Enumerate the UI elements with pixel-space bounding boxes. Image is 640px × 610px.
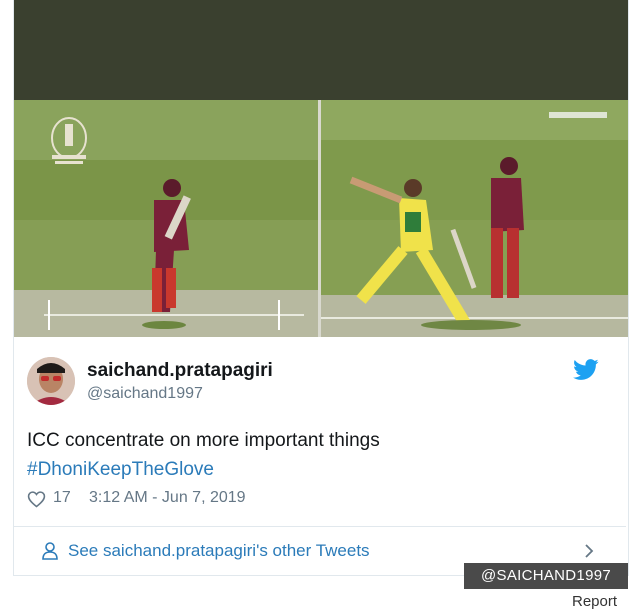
hashtag-link[interactable]: #DhoniKeepTheGlove xyxy=(27,455,587,484)
tweet-timestamp[interactable]: 3:12 AM - Jun 7, 2019 xyxy=(89,489,246,507)
media-right-image xyxy=(321,100,628,337)
media-left-image xyxy=(14,100,318,337)
see-other-tweets-link[interactable]: See saichand.pratapagiri's other Tweets xyxy=(42,540,598,564)
twitter-bird-icon[interactable] xyxy=(573,359,599,381)
tweet-text-line: ICC concentrate on more important things xyxy=(27,430,380,451)
report-link[interactable]: Report xyxy=(572,593,617,610)
chevron-right-icon xyxy=(583,542,595,560)
like-count: 17 xyxy=(53,489,71,506)
display-name[interactable]: saichand.pratapagiri xyxy=(87,360,273,382)
person-icon xyxy=(42,542,58,560)
tweet-author: saichand.pratapagiri @saichand1997 xyxy=(27,357,599,407)
heart-icon[interactable] xyxy=(27,490,46,508)
image-credit-badge: @SAICHAND1997 xyxy=(464,563,628,589)
tweet-text: ICC concentrate on more important things… xyxy=(27,426,587,484)
divider xyxy=(14,526,626,527)
see-other-tweets-label: See saichand.pratapagiri's other Tweets xyxy=(68,541,370,560)
avatar[interactable] xyxy=(27,357,75,405)
media-top-band xyxy=(14,0,628,100)
user-handle[interactable]: @saichand1997 xyxy=(87,385,203,403)
tweet-media[interactable] xyxy=(14,100,628,337)
